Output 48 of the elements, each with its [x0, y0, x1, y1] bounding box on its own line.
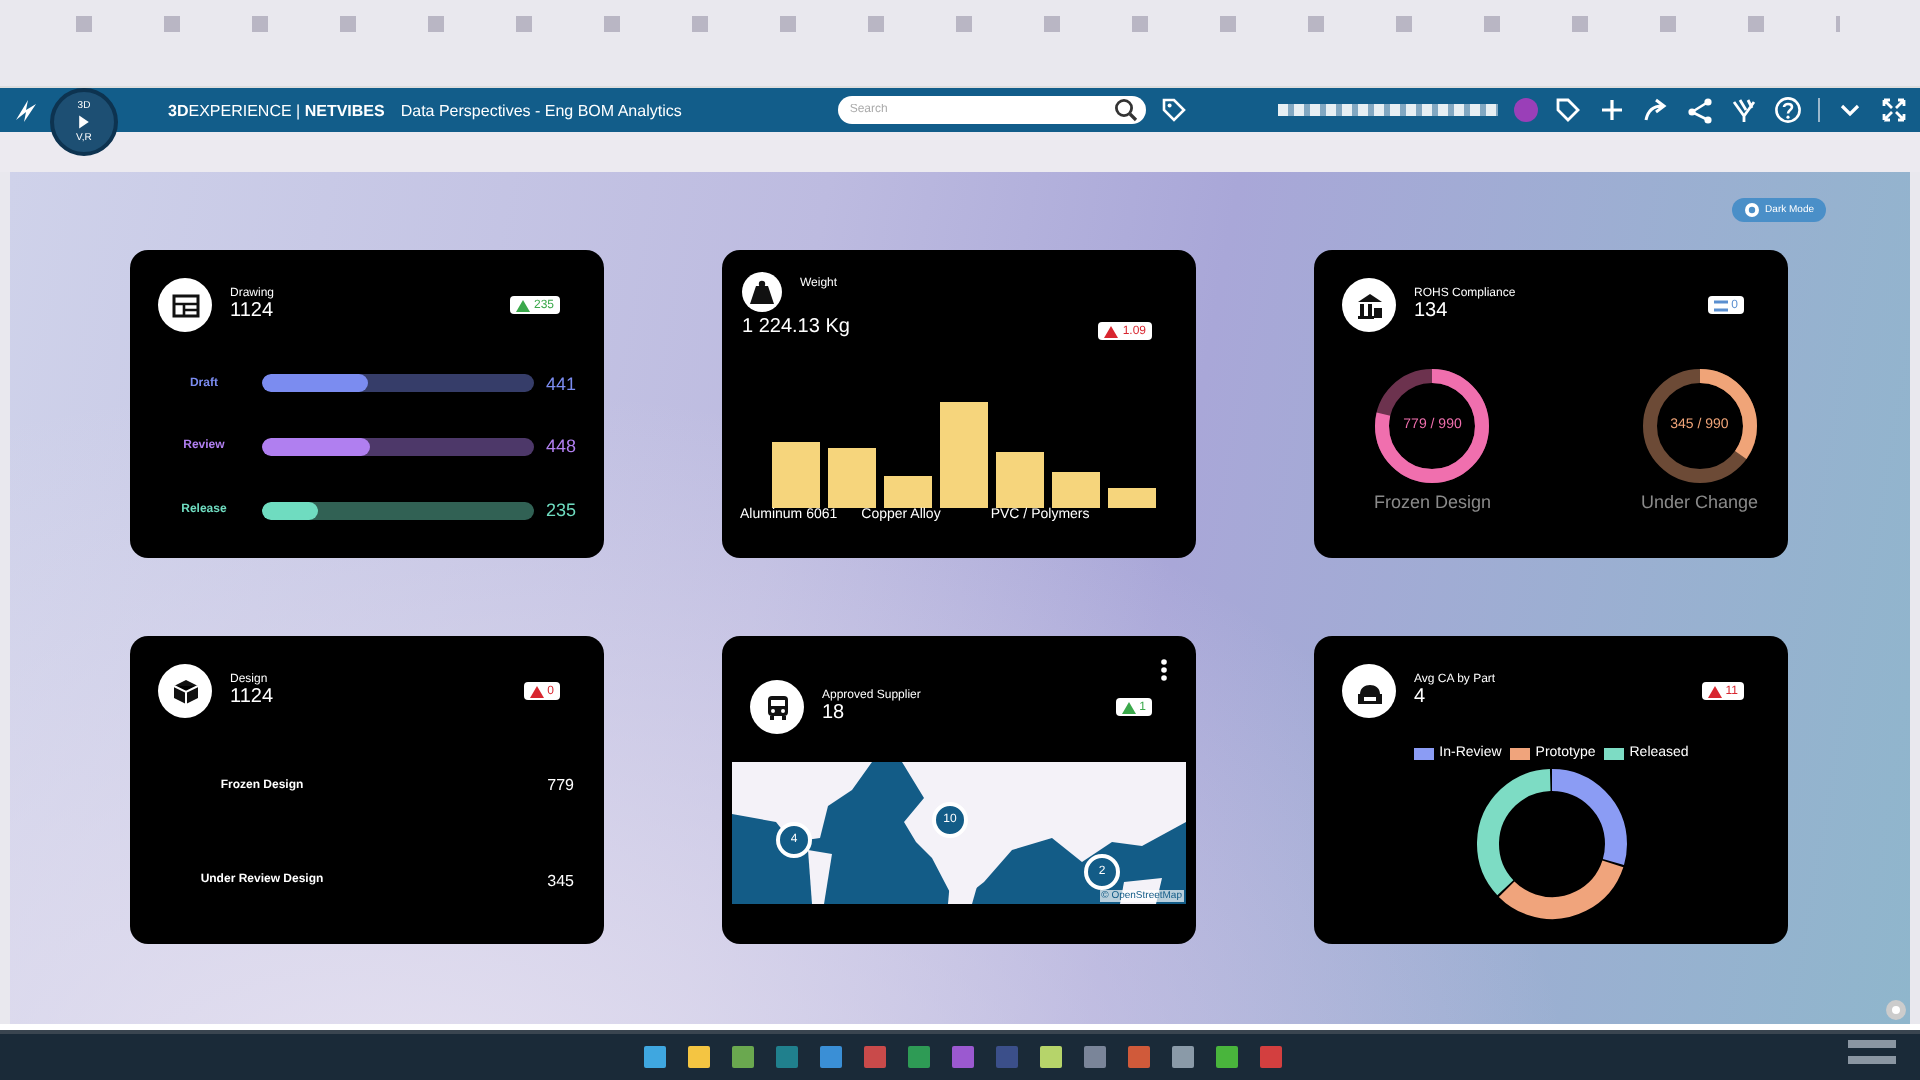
row-value: 779: [547, 776, 574, 795]
app-icon[interactable]: [1260, 1046, 1282, 1068]
weight-icon: [748, 278, 776, 306]
card-value: 134: [1414, 300, 1450, 322]
search-icon[interactable]: [1113, 98, 1138, 122]
bar-value: 441: [545, 373, 576, 394]
ring-label: Frozen Design: [1374, 492, 1492, 512]
tag-icon[interactable]: [1161, 98, 1186, 122]
app-icon[interactable]: [952, 1046, 974, 1068]
app-icon[interactable]: [908, 1046, 930, 1068]
fullscreen-icon[interactable]: [1880, 96, 1908, 124]
card-value: 4: [1414, 686, 1428, 708]
app-icon[interactable]: [644, 1046, 666, 1068]
row-value: 345: [547, 871, 574, 890]
truck-icon: [763, 693, 791, 721]
brand-title: 3DEXPERIENCE | NETVIBES: [168, 101, 385, 119]
card-value: 18: [822, 702, 847, 724]
tag-icon[interactable]: [1554, 96, 1582, 124]
bar-value: 448: [545, 436, 576, 457]
drawing-sheet-icon: [171, 291, 199, 319]
play-icon: [76, 114, 92, 130]
app-icon[interactable]: [1040, 1046, 1062, 1068]
app-icon[interactable]: [732, 1046, 754, 1068]
avatar[interactable]: [1514, 98, 1538, 122]
building-icon: [1355, 291, 1383, 319]
app-icon[interactable]: [996, 1046, 1018, 1068]
network-icon[interactable]: [1686, 96, 1714, 124]
app-icon[interactable]: [820, 1046, 842, 1068]
app-icon[interactable]: [776, 1046, 798, 1068]
share-icon[interactable]: [1642, 96, 1670, 124]
grid-button[interactable]: [1886, 1000, 1906, 1020]
app-icon[interactable]: [1172, 1046, 1194, 1068]
card-value: 1124: [230, 686, 276, 708]
ring-label: Under Change: [1640, 492, 1758, 512]
app-icon[interactable]: [1084, 1046, 1106, 1068]
app-title: Data Perspectives - Eng BOM Analytics: [400, 101, 682, 119]
card-value: 1 224.13 Kg: [742, 316, 850, 338]
app-icon[interactable]: [1128, 1046, 1150, 1068]
kebab-menu-icon[interactable]: [1160, 658, 1168, 682]
app-icon[interactable]: [1216, 1046, 1238, 1068]
app-icon[interactable]: [864, 1046, 886, 1068]
cube-icon: [171, 677, 199, 705]
plus-icon[interactable]: [1598, 96, 1626, 124]
card-value: 1124: [230, 300, 276, 322]
app-icon[interactable]: [688, 1046, 710, 1068]
bar-value: 235: [545, 500, 576, 521]
help-icon[interactable]: [1774, 96, 1802, 124]
toggle-icon: [1743, 202, 1760, 218]
